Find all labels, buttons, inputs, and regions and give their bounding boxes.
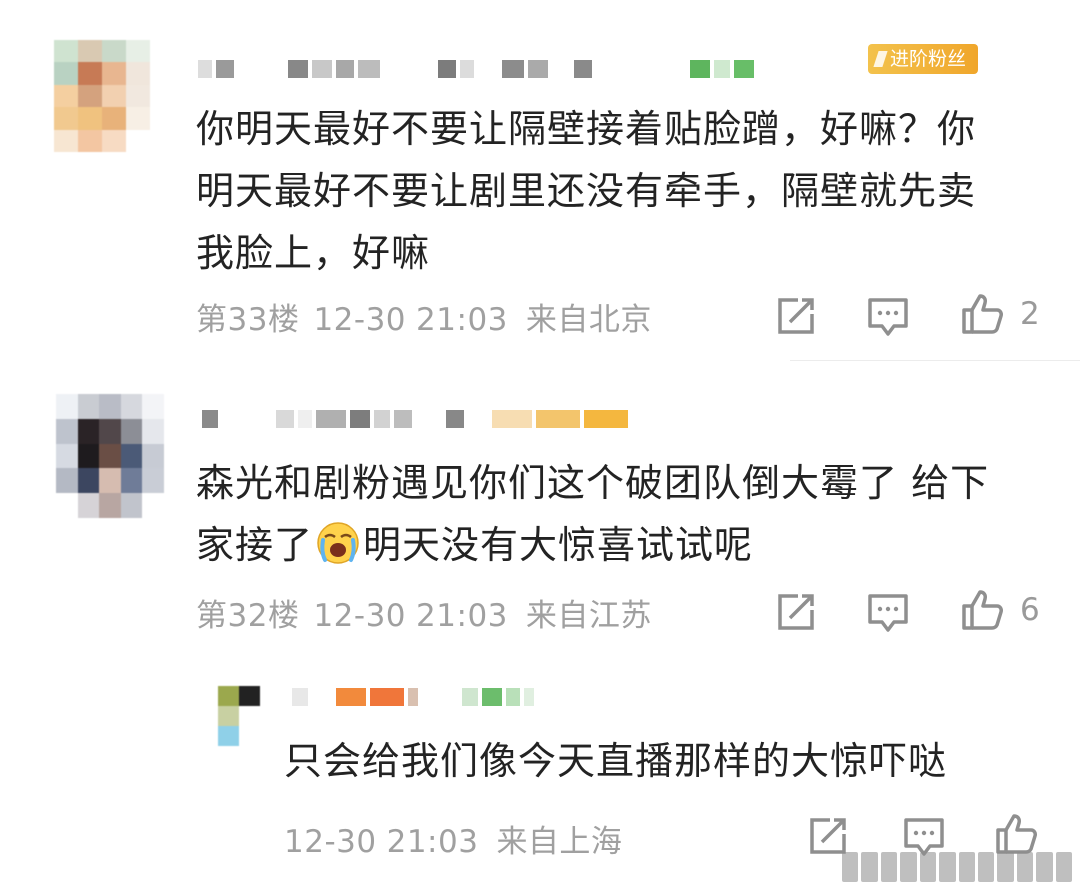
- crying-emoji-icon: [317, 522, 359, 564]
- share-icon[interactable]: [774, 590, 818, 634]
- reply-meta: 12-30 21:03 来自上海: [284, 816, 622, 861]
- like-icon[interactable]: [960, 588, 1004, 632]
- user-avatar[interactable]: [218, 686, 260, 746]
- comment-text: 你明天最好不要让隔壁接着贴脸蹭，好嘛？你 明天最好不要让剧里还没有牵手，隔壁就先…: [196, 107, 977, 275]
- like-icon[interactable]: [960, 292, 1004, 336]
- comment-text: 森光和剧粉遇见你们这个破团队倒大霉了 给下 家接了 明天没有大惊喜试试呢: [196, 461, 990, 567]
- like-count: 2: [1020, 296, 1040, 332]
- watermark-blurred: [842, 852, 1073, 882]
- comment-time: 21:03: [416, 302, 508, 338]
- comment-date: 12-30: [284, 824, 377, 860]
- comment-33: 进阶粉丝 你明天最好不要让隔壁接着贴脸蹭，好嘛？你 明天最好不要让剧里还没有牵手…: [0, 0, 1080, 361]
- user-avatar[interactable]: [54, 40, 150, 152]
- comment-location: 来自上海: [496, 824, 623, 860]
- comment-date: 12-30: [313, 598, 407, 634]
- comment-date: 12-30: [313, 302, 407, 338]
- floor-number: 第32楼: [196, 598, 300, 634]
- divider: [790, 360, 1080, 361]
- reply-text: 只会给我们像今天直播那样的大惊吓哒: [284, 739, 948, 783]
- comment-time: 21:03: [416, 598, 508, 634]
- username-blurred[interactable]: [202, 410, 628, 428]
- comment-32: 森光和剧粉遇见你们这个破团队倒大霉了 给下 家接了 明天没有大惊喜试试呢 第32…: [0, 380, 1080, 660]
- fan-level-badge: 进阶粉丝: [868, 44, 979, 74]
- comment-meta: 第33楼 12-30 21:03 来自北京: [196, 294, 652, 339]
- username-blurred[interactable]: [292, 688, 534, 706]
- like-count: 6: [1020, 592, 1040, 628]
- username-blurred[interactable]: [198, 60, 754, 78]
- comment-icon[interactable]: [866, 294, 910, 338]
- comment-meta: 第32楼 12-30 21:03 来自江苏: [196, 590, 652, 635]
- comment-location: 来自江苏: [525, 598, 652, 634]
- comment-time: 21:03: [386, 824, 479, 860]
- comment-icon[interactable]: [866, 590, 910, 634]
- user-avatar[interactable]: [56, 394, 164, 518]
- like-icon[interactable]: [994, 812, 1038, 856]
- share-icon[interactable]: [774, 294, 818, 338]
- floor-number: 第33楼: [196, 302, 300, 338]
- comment-location: 来自北京: [525, 302, 652, 338]
